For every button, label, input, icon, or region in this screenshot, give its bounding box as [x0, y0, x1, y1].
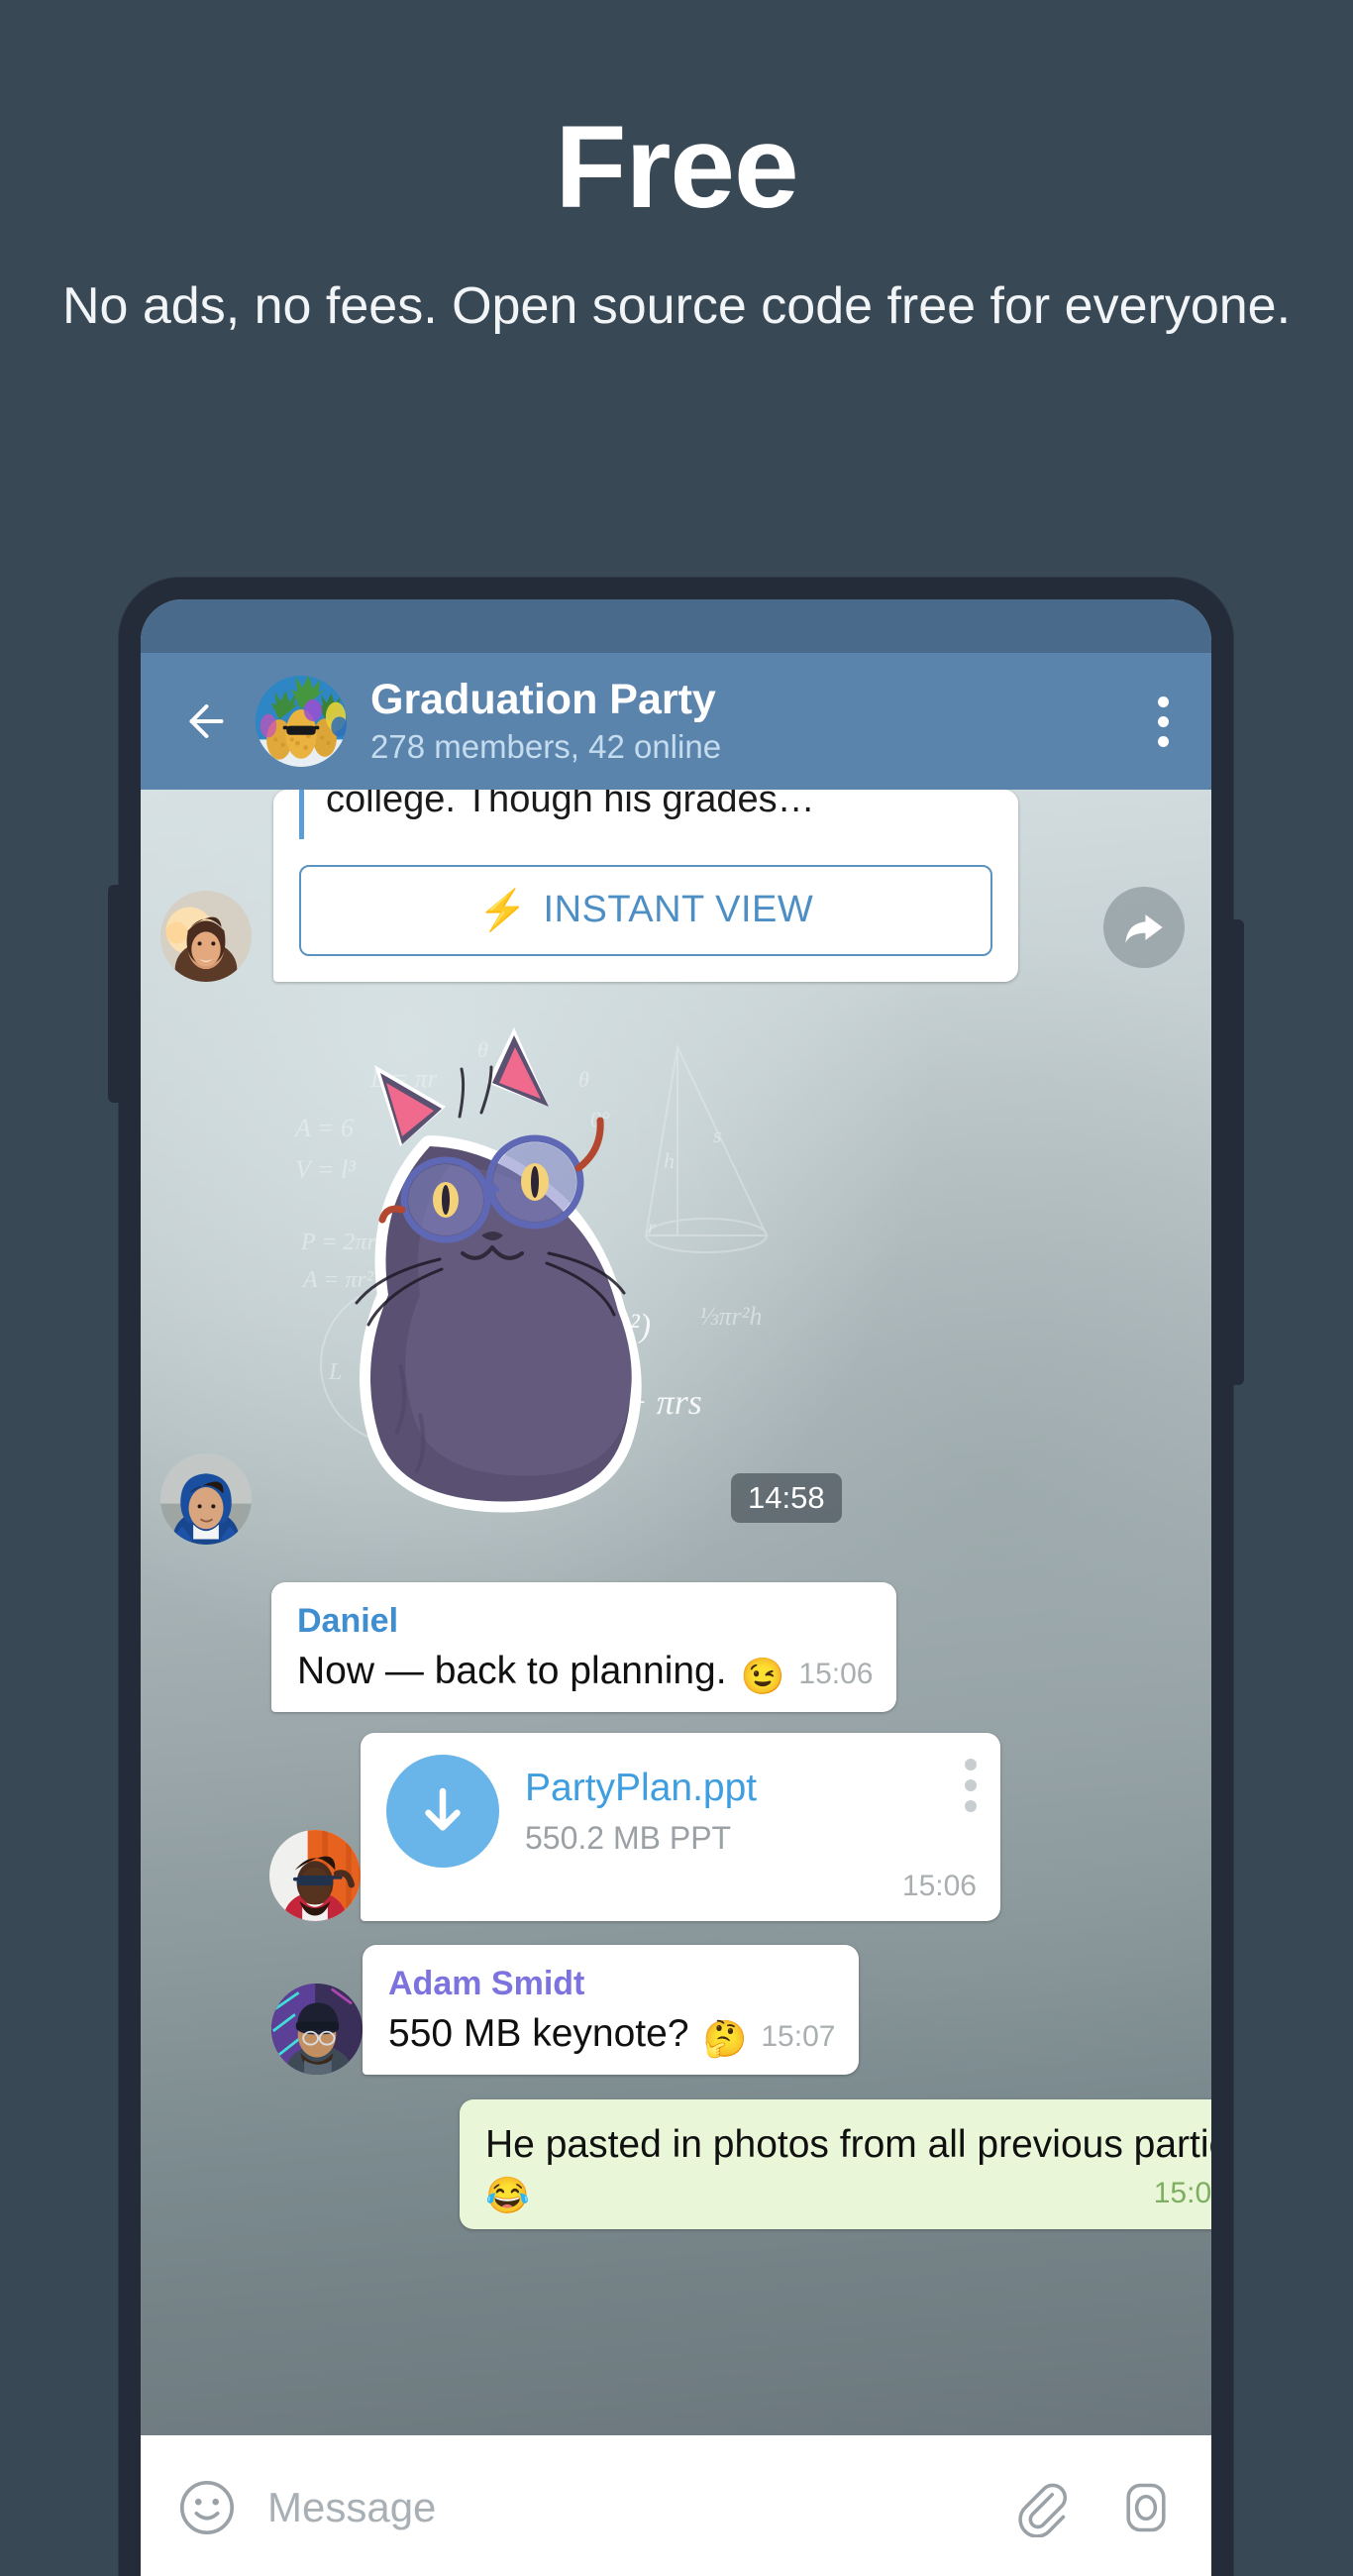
message-link-preview[interactable]: Einstein struggled to find a job out of …: [160, 790, 1211, 982]
avatar[interactable]: [271, 1984, 363, 2076]
svg-text:⅓πr²h: ⅓πr²h: [699, 1302, 762, 1331]
smiley-face-icon[interactable]: [176, 2477, 238, 2538]
message-timestamp: 15:06: [798, 1658, 874, 1691]
avatar[interactable]: [269, 1830, 361, 1921]
svg-text:V = l³: V = l³: [295, 1155, 357, 1184]
message-list[interactable]: Einstein struggled to find a job out of …: [141, 790, 1211, 2576]
file-bubble[interactable]: PartyPlan.ppt 550.2 MB PPT 15:06: [361, 1733, 1000, 1921]
message-timestamp: 15:06: [901, 1870, 977, 1902]
link-preview-card[interactable]: Einstein struggled to find a job out of …: [273, 790, 1018, 982]
promo-screenshot: Free No ads, no fees. Open source code f…: [0, 0, 1353, 2576]
svg-text:P = 2πr: P = 2πr: [300, 1230, 376, 1255]
chat-header: Graduation Party 278 members, 42 online: [141, 653, 1211, 790]
chat-name: Graduation Party: [370, 676, 716, 724]
instant-view-button[interactable]: ⚡ INSTANT VIEW: [299, 864, 992, 956]
message-file[interactable]: PartyPlan.ppt 550.2 MB PPT 15:06: [269, 1733, 1000, 1921]
overflow-menu-icon[interactable]: [1154, 696, 1172, 747]
download-arrow-icon[interactable]: [386, 1755, 499, 1868]
camera-icon[interactable]: [1116, 2478, 1176, 2537]
chat-title-block[interactable]: Graduation Party 278 members, 42 online: [370, 676, 1154, 767]
message-text-adam[interactable]: Adam Smidt 550 MB keynote? 🤔 15:07: [271, 1945, 860, 2076]
lightning-bolt-icon: ⚡: [477, 888, 528, 932]
phone-power-button[interactable]: [1230, 919, 1244, 1385]
svg-text:A = πr²: A = πr²: [301, 1267, 374, 1293]
message-sender: Daniel: [297, 1602, 399, 1640]
avatar[interactable]: [160, 890, 252, 982]
joy-emoji: 😂: [485, 2175, 530, 2216]
svg-text:s: s: [713, 1123, 722, 1147]
message-text: He pasted in photos from all previous pa…: [485, 2123, 1211, 2166]
svg-text:A = 6: A = 6: [293, 1114, 354, 1142]
svg-text:θ: θ: [578, 1067, 589, 1092]
math-cat-sticker[interactable]: L = πr A = 6 V = l³ P = 2πr A = πr² θ θ …: [252, 988, 885, 1543]
phone-volume-button[interactable]: [108, 885, 122, 1103]
message-text: Now — back to planning.: [297, 1649, 727, 1692]
avatar[interactable]: [160, 1453, 252, 1545]
link-preview-quote: Einstein struggled to find a job out of …: [299, 790, 992, 839]
message-bubble[interactable]: Adam Smidt 550 MB keynote? 🤔 15:07: [363, 1945, 860, 2076]
chat-member-count: 278 members, 42 online: [370, 728, 722, 766]
message-bubble[interactable]: Daniel Now — back to planning. 😉 15:06: [271, 1582, 897, 1713]
message-timestamp: 15:08: [1153, 2176, 1211, 2209]
instant-view-label: INSTANT VIEW: [543, 889, 814, 931]
sticker-timestamp: 14:58: [731, 1473, 842, 1523]
overflow-menu-icon[interactable]: [965, 1759, 977, 1812]
message-text-daniel[interactable]: Daniel Now — back to planning. 😉 15:06: [271, 1582, 897, 1713]
message-sender: Adam Smidt: [388, 1965, 585, 2002]
svg-text:h: h: [664, 1148, 675, 1173]
forward-arrow-icon[interactable]: [1103, 887, 1185, 968]
file-size: 550.2 MB PPT: [525, 1820, 732, 1857]
promo-title: Free: [555, 102, 798, 233]
back-arrow-icon[interactable]: [174, 692, 234, 751]
message-input-bar[interactable]: Message: [141, 2435, 1211, 2576]
message-outgoing[interactable]: He pasted in photos from all previous pa…: [460, 2099, 1211, 2229]
status-bar: [141, 599, 1211, 653]
promo-header: Free No ads, no fees. Open source code f…: [0, 0, 1353, 340]
paperclip-icon[interactable]: [1011, 2478, 1071, 2537]
wink-emoji: 😉: [740, 1656, 785, 1697]
file-name[interactable]: PartyPlan.ppt: [525, 1766, 939, 1812]
message-bubble-outgoing[interactable]: He pasted in photos from all previous pa…: [460, 2099, 1211, 2229]
link-preview-text: Einstein struggled to find a job out of …: [326, 790, 815, 820]
thinking-face-emoji: 🤔: [702, 2018, 748, 2060]
svg-text:L: L: [328, 1359, 342, 1385]
svg-text:r: r: [648, 1217, 656, 1238]
message-timestamp: 15:07: [761, 2020, 836, 2054]
promo-subtitle: No ads, no fees. Open source code free f…: [61, 277, 1292, 335]
phone-frame: Graduation Party 278 members, 42 online: [108, 578, 1244, 2576]
group-avatar[interactable]: [256, 676, 347, 767]
phone-screen: Graduation Party 278 members, 42 online: [141, 599, 1211, 2576]
svg-text:θ: θ: [477, 1037, 488, 1062]
message-text: 550 MB keynote?: [388, 2011, 689, 2055]
message-input-placeholder[interactable]: Message: [267, 2484, 1011, 2531]
